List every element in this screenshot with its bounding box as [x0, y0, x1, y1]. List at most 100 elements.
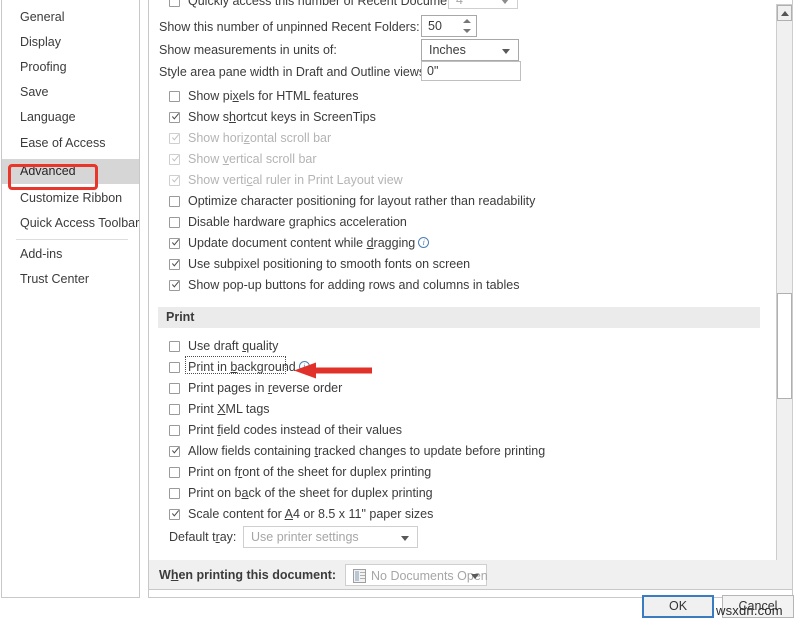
option-update-document-while-dragging[interactable]: Update document content while dragging i [169, 233, 430, 254]
checkbox-allow-fields-tracked-changes[interactable] [169, 446, 180, 457]
option-print-pages-reverse-order[interactable]: Print pages in reverse order [169, 378, 342, 399]
sidebar-item-proofing[interactable]: Proofing [2, 55, 139, 80]
option-label: Default tray: [169, 530, 237, 544]
vertical-scrollbar[interactable] [776, 4, 793, 590]
default-tray-dropdown[interactable]: Use printer settings [243, 526, 418, 548]
option-print-in-background[interactable]: Print in background i [169, 357, 310, 378]
stepper-up-icon[interactable] [463, 19, 471, 23]
checkbox-show-pixels-html[interactable] [169, 91, 180, 102]
option-print-xml-tags[interactable]: Print XML tags [169, 399, 270, 420]
checkbox-print-front-duplex[interactable] [169, 467, 180, 478]
checkbox-scale-content-paper-size[interactable] [169, 509, 180, 520]
style-area-pane-input[interactable]: 0" [421, 61, 521, 81]
label-style-area-pane: Style area pane width in Draft and Outli… [159, 65, 429, 79]
info-icon[interactable]: i [418, 237, 430, 248]
footer-label: When printing this document: [159, 568, 337, 582]
option-recent-documents[interactable]: Quickly access this number of Recent Doc… [169, 0, 467, 12]
option-label: Show pop-up buttons for adding rows and … [188, 278, 520, 292]
stepper-arrows[interactable] [462, 17, 473, 35]
recent-folders-value: 50 [428, 19, 442, 33]
checkbox-disable-hardware-acceleration[interactable] [169, 217, 180, 228]
section-title: Print [166, 310, 195, 324]
option-print-front-duplex[interactable]: Print on front of the sheet for duplex p… [169, 462, 431, 483]
checkbox-vertical-scroll-bar[interactable] [169, 154, 180, 165]
checkbox-use-draft-quality[interactable] [169, 341, 180, 352]
option-disable-hardware-acceleration[interactable]: Disable hardware graphics acceleration [169, 212, 407, 233]
option-subpixel-positioning[interactable]: Use subpixel positioning to smooth fonts… [169, 254, 470, 275]
sidebar-item-save[interactable]: Save [2, 80, 139, 105]
sidebar-item-add-ins[interactable]: Add-ins [2, 242, 139, 267]
checkbox-print-xml-tags[interactable] [169, 404, 180, 415]
option-vertical-scroll-bar[interactable]: Show vertical scroll bar [169, 149, 317, 170]
checkbox-vertical-ruler-print-layout[interactable] [169, 175, 180, 186]
option-shortcut-keys-screentips[interactable]: Show shortcut keys in ScreenTips [169, 107, 376, 128]
label-measurement-units: Show measurements in units of: [159, 43, 337, 57]
label-recent-folders: Show this number of unpinned Recent Fold… [159, 20, 420, 34]
checkbox-print-in-background[interactable] [169, 362, 180, 373]
checkbox-shortcut-keys-screentips[interactable] [169, 112, 180, 123]
info-icon[interactable]: i [298, 361, 310, 372]
checkbox-optimize-character-positioning[interactable] [169, 196, 180, 207]
option-scale-content-paper-size[interactable]: Scale content for A4 or 8.5 x 11" paper … [169, 504, 433, 525]
measurement-units-dropdown[interactable]: Inches [421, 39, 519, 61]
option-label: Disable hardware graphics acceleration [188, 215, 407, 229]
checkbox-horizontal-scroll-bar[interactable] [169, 133, 180, 144]
sidebar-item-display[interactable]: Display [2, 30, 139, 55]
option-print-field-codes[interactable]: Print field codes instead of their value… [169, 420, 402, 441]
cancel-button[interactable]: Cancel [722, 595, 794, 618]
sidebar-item-general[interactable]: General [2, 5, 139, 30]
stepper-down-icon[interactable] [463, 29, 471, 33]
default-tray-value: Use printer settings [251, 530, 359, 544]
checkmark-icon [171, 260, 180, 267]
sidebar-item-label: Ease of Access [20, 136, 106, 150]
sidebar-item-quick-access-toolbar[interactable]: Quick Access Toolbar [2, 211, 139, 236]
option-optimize-character-positioning[interactable]: Optimize character positioning for layou… [169, 191, 535, 212]
option-vertical-ruler-print-layout[interactable]: Show vertical ruler in Print Layout view [169, 170, 403, 191]
option-label: Use draft quality [188, 339, 279, 353]
scroll-up-arrow-icon [781, 11, 789, 16]
checkbox-update-document-while-dragging[interactable] [169, 238, 180, 249]
sidebar-item-advanced[interactable]: Advanced [2, 159, 139, 184]
option-horizontal-scroll-bar[interactable]: Show horizontal scroll bar [169, 128, 331, 149]
option-allow-fields-tracked-changes[interactable]: Allow fields containing tracked changes … [169, 441, 545, 462]
chevron-down-icon [502, 49, 510, 54]
option-label: Print in background [188, 360, 296, 374]
ok-button[interactable]: OK [642, 595, 714, 618]
checkbox-print-pages-reverse-order[interactable] [169, 383, 180, 394]
sidebar-item-label: Language [20, 110, 76, 124]
option-label: Optimize character positioning for layou… [188, 194, 536, 208]
scroll-up-button[interactable] [777, 5, 792, 21]
checkbox-print-field-codes[interactable] [169, 425, 180, 436]
checkbox-recent-documents[interactable] [169, 0, 180, 7]
sidebar-item-label: Save [20, 85, 49, 99]
sidebar-item-customize-ribbon[interactable]: Customize Ribbon [2, 186, 139, 211]
document-scope-dropdown[interactable]: No Documents Open [345, 564, 488, 586]
option-print-back-duplex[interactable]: Print on back of the sheet for duplex pr… [169, 483, 433, 504]
sidebar-item-ease-of-access[interactable]: Ease of Access [2, 131, 139, 156]
option-label: Print on back of the sheet for duplex pr… [188, 486, 433, 500]
option-label: Scale content for A4 or 8.5 x 11" paper … [188, 507, 434, 521]
option-label: Show measurements in units of: [159, 43, 337, 57]
sidebar-item-trust-center[interactable]: Trust Center [2, 267, 139, 292]
checkbox-subpixel-positioning[interactable] [169, 259, 180, 270]
checkbox-popup-buttons-tables[interactable] [169, 280, 180, 291]
option-label: Allow fields containing tracked changes … [188, 444, 546, 458]
scrollbar-thumb[interactable] [777, 293, 792, 399]
sidebar-item-label: Proofing [20, 60, 67, 74]
sidebar-item-label: Quick Access Toolbar [20, 216, 140, 230]
option-popup-buttons-tables[interactable]: Show pop-up buttons for adding rows and … [169, 275, 519, 296]
recent-documents-spinner[interactable]: 4 [448, 0, 518, 9]
advanced-options-pane: Quickly access this number of Recent Doc… [148, 0, 793, 598]
recent-folders-stepper[interactable]: 50 [421, 15, 477, 37]
checkmark-icon [171, 281, 180, 288]
option-label: Update document content while dragging [188, 236, 416, 250]
option-show-pixels-html[interactable]: Show pixels for HTML features [169, 86, 358, 107]
print-section-header: Print [158, 307, 760, 328]
checkbox-print-back-duplex[interactable] [169, 488, 180, 499]
chevron-down-icon [471, 574, 479, 579]
word-document-icon [353, 569, 366, 583]
checkmark-icon [171, 155, 180, 162]
sidebar-item-language[interactable]: Language [2, 105, 139, 130]
chevron-down-icon [401, 536, 409, 541]
option-use-draft-quality[interactable]: Use draft quality [169, 336, 278, 357]
